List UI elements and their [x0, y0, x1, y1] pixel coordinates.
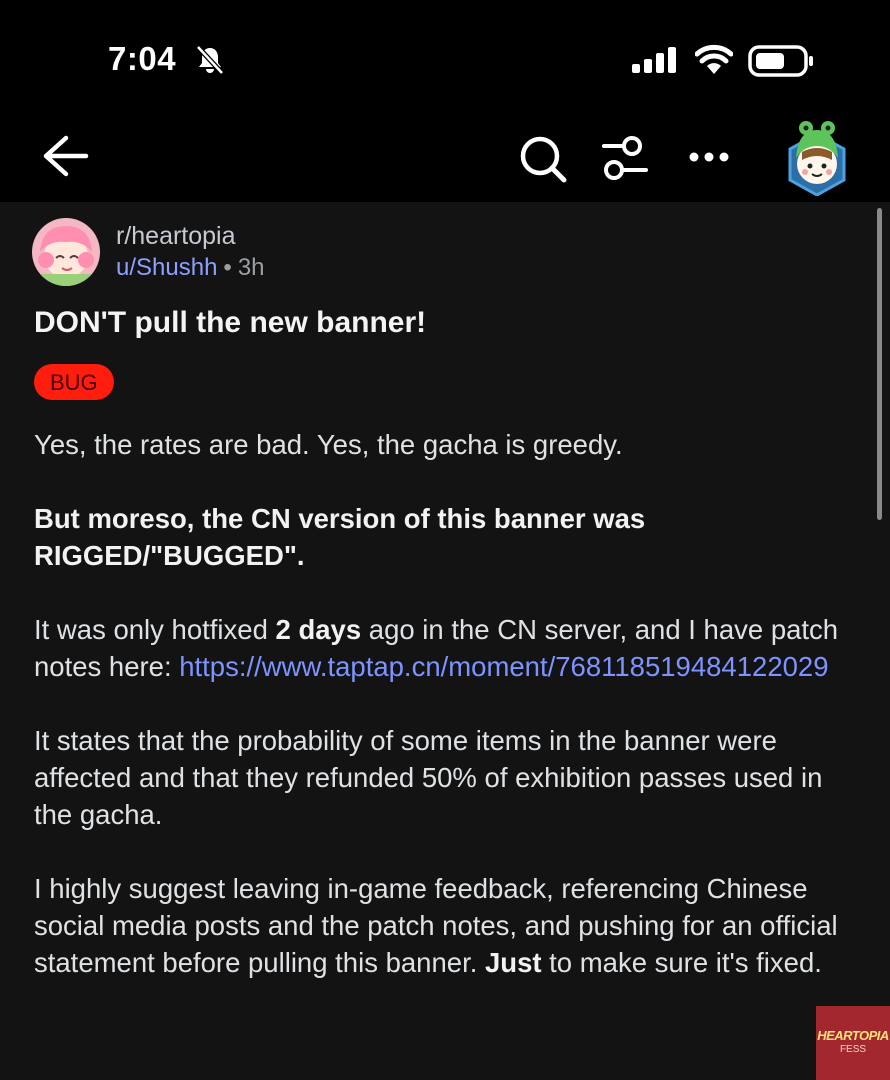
bell-slash-icon	[196, 45, 224, 75]
paragraph-1: Yes, the rates are bad. Yes, the gacha i…	[34, 429, 623, 460]
paragraph-2: But moreso, the CN version of this banne…	[34, 503, 646, 571]
wifi-icon	[695, 44, 733, 74]
back-arrow-icon[interactable]	[42, 134, 90, 178]
scrollbar[interactable]	[877, 208, 882, 520]
watermark-logo: HEARTOPIA FESS	[816, 1006, 890, 1080]
paragraph-4: It states that the probability of some i…	[34, 725, 823, 830]
watermark-sub: FESS	[839, 1044, 867, 1055]
post-title: DON'T pull the new banner!	[34, 306, 427, 339]
meta-separator: •	[223, 254, 232, 281]
paragraph-3-bold: 2 days	[275, 614, 362, 645]
battery-icon	[748, 45, 813, 77]
status-bar: 7:04	[0, 0, 890, 120]
signal-icon	[632, 47, 676, 73]
subreddit-name[interactable]: r/heartopia	[116, 222, 236, 251]
patch-notes-link[interactable]: https://www.taptap.cn/moment/76811851948…	[179, 651, 828, 682]
author-link[interactable]: u/Shushh	[116, 254, 217, 281]
status-time: 7:04	[108, 40, 177, 77]
filter-icon[interactable]	[600, 134, 650, 184]
paragraph-5: I highly suggest leaving in-game feedbac…	[34, 870, 844, 981]
watermark-title: HEARTOPIA	[817, 1028, 889, 1043]
paragraph-3-text: It was only hotfixed	[34, 614, 276, 645]
paragraph-3: It was only hotfixed 2 days ago in the C…	[34, 611, 844, 685]
subreddit-avatar[interactable]	[32, 218, 100, 286]
paragraph-5-bold: Just	[484, 947, 542, 978]
search-icon[interactable]	[518, 134, 568, 184]
user-avatar[interactable]	[782, 118, 852, 196]
post-meta: u/Shushh • 3h	[116, 254, 265, 282]
nav-bar	[0, 120, 890, 202]
post-body: Yes, the rates are bad. Yes, the gacha i…	[34, 426, 844, 1018]
flair-badge[interactable]: BUG	[34, 364, 114, 400]
paragraph-5-text-2: to make sure it's fixed.	[541, 947, 822, 978]
post-age: 3h	[237, 254, 265, 281]
more-icon[interactable]	[688, 150, 730, 164]
